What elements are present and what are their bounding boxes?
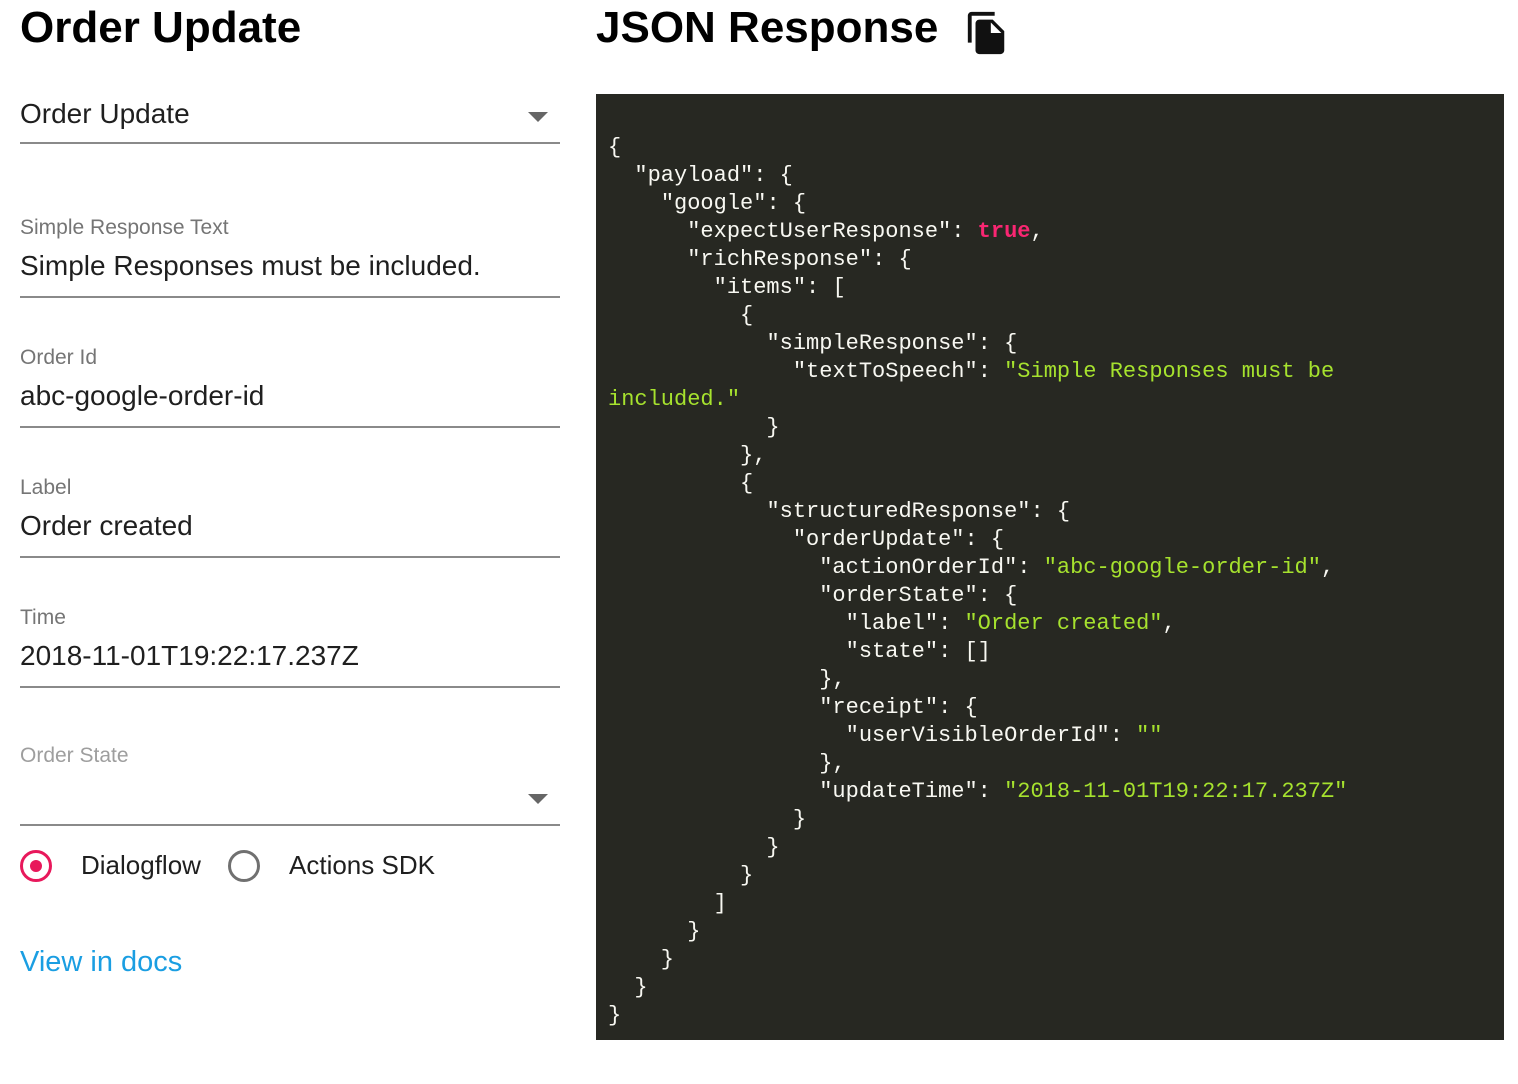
json-key: "textToSpeech" (792, 359, 978, 384)
order-id-input[interactable] (20, 374, 560, 418)
label-input[interactable] (20, 504, 560, 548)
update-type-select[interactable]: Order Update (20, 92, 560, 144)
json-string: "" (1136, 723, 1163, 748)
order-id-label: Order Id (20, 346, 98, 369)
simple-response-input[interactable] (20, 244, 560, 288)
view-in-docs-link[interactable]: View in docs (20, 946, 182, 979)
update-type-value: Order Update (20, 98, 190, 129)
json-key: "userVisibleOrderId" (845, 723, 1110, 748)
content-copy-icon[interactable] (964, 10, 1010, 56)
order-state-label: Order State (20, 744, 129, 767)
time-label: Time (20, 606, 66, 629)
radio-unchecked-icon (228, 850, 260, 882)
label-field: Label (20, 476, 560, 558)
json-key: "orderState" (819, 583, 978, 608)
json-key: "actionOrderId" (819, 555, 1018, 580)
chevron-down-icon (528, 112, 548, 122)
json-boolean: true (977, 219, 1031, 244)
json-key: "label" (845, 611, 939, 636)
json-key: "simpleResponse" (766, 331, 978, 356)
order-id-field: Order Id (20, 346, 560, 428)
json-key: "updateTime" (819, 779, 978, 804)
json-string: included." (608, 387, 741, 412)
json-response-title: JSON Response (596, 3, 939, 52)
simple-response-label: Simple Response Text (20, 216, 229, 239)
label-field-label: Label (20, 476, 72, 499)
json-string: "abc-google-order-id" (1043, 555, 1321, 580)
radio-dialogflow[interactable]: Dialogflow (20, 848, 210, 888)
json-key: "google" (660, 191, 767, 216)
json-code-panel: { "payload": { "google": { "expectUserRe… (596, 94, 1504, 1040)
page-title: Order Update (20, 3, 302, 52)
chevron-down-icon (528, 794, 548, 804)
radio-checked-icon (20, 850, 52, 882)
json-key: "orderUpdate" (792, 527, 965, 552)
radio-dialogflow-label: Dialogflow (81, 850, 201, 880)
json-key: "structuredResponse" (766, 499, 1031, 524)
json-string: "2018-11-01T19:22:17.237Z" (1004, 779, 1348, 804)
radio-actions-sdk-label: Actions SDK (289, 850, 435, 880)
radio-actions-sdk[interactable]: Actions SDK (228, 848, 448, 888)
order-state-select[interactable]: Order State (20, 744, 560, 826)
json-key: "state" (845, 639, 939, 664)
json-code: { "payload": { "google": { "expectUserRe… (608, 135, 1348, 1028)
json-key: "richResponse" (687, 247, 873, 272)
json-key: "expectUserResponse" (687, 219, 952, 244)
json-key: "receipt" (819, 695, 939, 720)
json-key: "items" (713, 275, 807, 300)
json-string: "Simple Responses must be (1004, 359, 1335, 384)
json-string: "Order created" (964, 611, 1163, 636)
json-key: "payload" (634, 163, 754, 188)
time-input[interactable] (20, 634, 560, 678)
time-field: Time (20, 606, 560, 688)
simple-response-field: Simple Response Text (20, 216, 560, 298)
platform-radio-group: Dialogflow Actions SDK (20, 848, 560, 890)
